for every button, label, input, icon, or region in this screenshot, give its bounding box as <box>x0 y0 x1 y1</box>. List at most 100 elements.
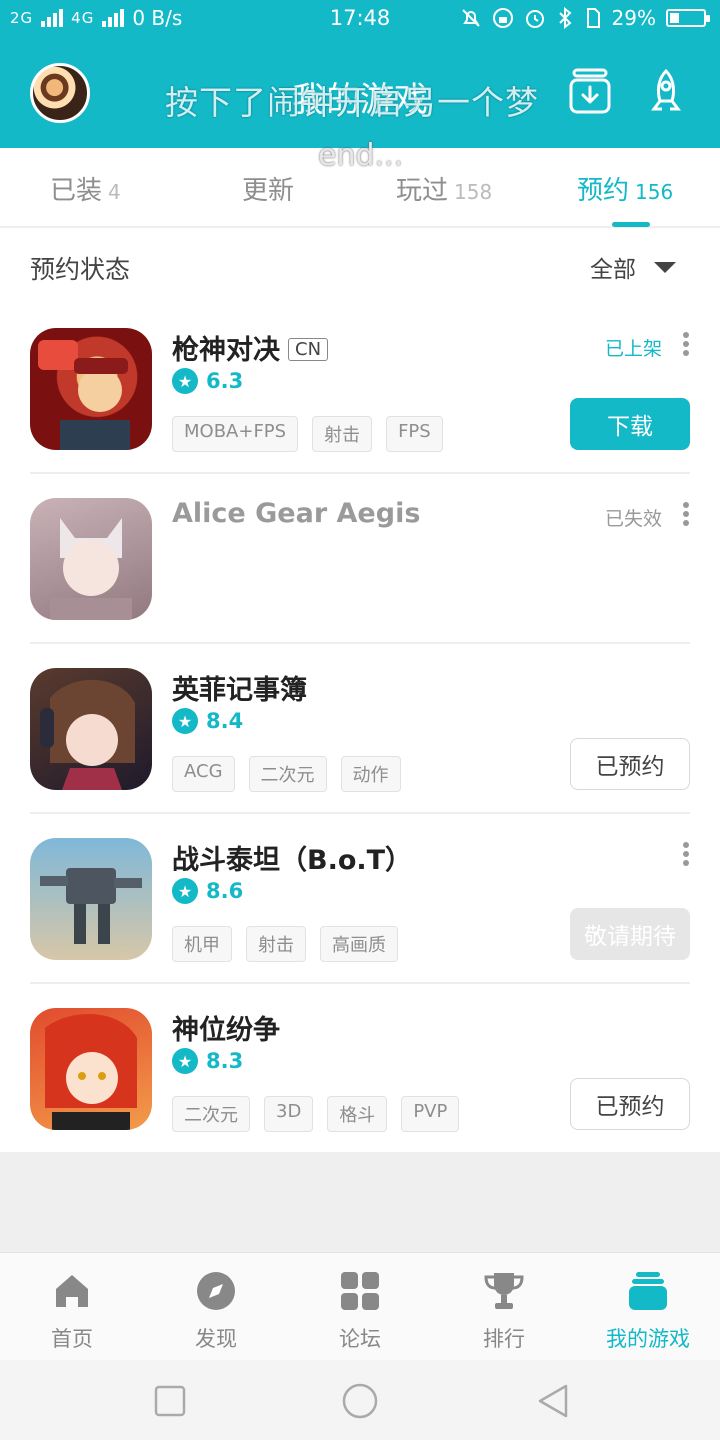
bluetooth-icon <box>558 7 572 29</box>
tag-list: MOBA+FPS 射击 FPS <box>172 416 443 452</box>
coming-soon-button: 敬请期待 <box>570 908 690 960</box>
tab-reserved-label: 预约 <box>577 176 630 206</box>
nav-forum[interactable]: 论坛 <box>288 1253 432 1361</box>
home-button-icon[interactable] <box>341 1382 379 1420</box>
tab-installed[interactable]: 已装 4 <box>50 170 121 207</box>
tab-played[interactable]: 玩过 158 <box>396 170 492 207</box>
game-icon[interactable] <box>30 838 152 960</box>
status-badge: 已上架 <box>604 338 662 360</box>
tab-reserved[interactable]: 预约 156 <box>577 170 673 207</box>
list-item[interactable]: 英菲记事簿 ★ 8.4 ACG 二次元 动作 已预约 <box>30 644 690 814</box>
filter-row: 预约状态 全部 <box>0 230 720 304</box>
game-name: 枪神对决 <box>172 335 280 366</box>
filter-dropdown[interactable]: 全部 <box>590 250 636 284</box>
rocket-icon[interactable] <box>644 68 688 116</box>
game-icon[interactable] <box>30 1008 152 1130</box>
alarm-icon <box>525 10 544 28</box>
download-button[interactable]: 下载 <box>570 398 690 450</box>
tag[interactable]: 射击 <box>312 416 373 452</box>
game-name: 英菲记事簿 <box>172 675 307 706</box>
nav-home[interactable]: 首页 <box>0 1253 144 1361</box>
lyric-overlay: 按下了闹钟开启另一个梦 <box>165 83 539 122</box>
bell-mute-icon <box>461 9 480 27</box>
star-icon: ★ <box>172 878 198 904</box>
rating-value: 8.3 <box>206 1049 244 1073</box>
battery-fill <box>670 13 679 23</box>
tag[interactable]: 格斗 <box>327 1096 388 1132</box>
more-options-icon[interactable] <box>682 842 690 868</box>
game-art-4 <box>40 868 142 944</box>
more-options-icon[interactable] <box>682 332 690 358</box>
no-sim-icon <box>586 8 600 28</box>
tab-installed-count: 4 <box>108 180 121 204</box>
tag[interactable]: FPS <box>386 416 443 452</box>
nav-ranking[interactable]: 排行 <box>432 1253 576 1361</box>
tag-list: 机甲 射击 高画质 <box>172 926 398 962</box>
tag[interactable]: 动作 <box>340 756 401 792</box>
app-header: 2G 4G 0 B/s 17:48 29% 我的游戏 按下了闹钟开启另一个梦 <box>0 0 720 148</box>
battery-icon <box>666 9 710 27</box>
nav-discover[interactable]: 发现 <box>144 1253 288 1361</box>
game-name: 战斗泰坦（B.o.T） <box>172 845 413 876</box>
tab-updates[interactable]: 更新 <box>242 170 294 207</box>
tag[interactable]: 二次元 <box>172 1096 250 1132</box>
grid-icon <box>341 1272 379 1310</box>
tag[interactable]: MOBA+FPS <box>172 416 299 452</box>
region-badge: CN <box>288 338 329 361</box>
game-icon[interactable] <box>30 498 152 620</box>
active-tab-indicator <box>612 222 650 227</box>
my-games-icon <box>629 1272 667 1310</box>
trophy-icon <box>484 1273 524 1309</box>
lyric-overlay-2: end... <box>318 138 404 173</box>
back-icon[interactable] <box>534 1382 572 1420</box>
rating-value: 6.3 <box>206 369 244 393</box>
recent-apps-icon[interactable] <box>151 1382 189 1420</box>
tag[interactable]: ACG <box>172 756 235 792</box>
rating-value: 8.6 <box>206 879 244 903</box>
nav-my-games-label: 我的游戏 <box>606 1327 690 1351</box>
game-icon[interactable] <box>30 328 152 450</box>
nav-ranking-label: 排行 <box>483 1327 525 1351</box>
rating: ★ 6.3 <box>172 368 243 394</box>
game-art-3 <box>40 679 135 790</box>
compass-icon <box>197 1272 235 1310</box>
tab-installed-label: 已装 <box>50 176 103 206</box>
rating: ★ 8.3 <box>172 1048 243 1074</box>
home-icon <box>56 1275 88 1307</box>
star-icon: ★ <box>172 1048 198 1074</box>
bottom-nav: 首页 发现 论坛 排行 我的游戏 <box>0 1252 720 1360</box>
nav-forum-label: 论坛 <box>339 1327 381 1351</box>
tag[interactable]: 射击 <box>246 926 306 962</box>
list-item[interactable]: 神位纷争 ★ 8.3 二次元 3D 格斗 PVP 已预约 <box>30 984 690 1154</box>
status-badge: 已失效 <box>604 508 662 530</box>
rating: ★ 8.6 <box>172 878 243 904</box>
list-item[interactable]: 枪神对决 CN ★ 6.3 MOBA+FPS 射击 FPS 已上架 下载 <box>30 304 690 474</box>
game-name: 神位纷争 <box>172 1015 280 1046</box>
star-icon: ★ <box>172 368 198 394</box>
tag[interactable]: 3D <box>264 1096 314 1132</box>
game-name: Alice Gear Aegis <box>172 498 421 529</box>
tag[interactable]: PVP <box>401 1096 460 1132</box>
game-icon[interactable] <box>30 668 152 790</box>
reserved-button[interactable]: 已预约 <box>570 738 690 790</box>
system-nav-bar <box>0 1360 720 1440</box>
reserved-button[interactable]: 已预约 <box>570 1078 690 1130</box>
tag[interactable]: 高画质 <box>320 926 398 962</box>
game-art-1 <box>38 340 130 450</box>
list-item[interactable]: 战斗泰坦（B.o.T） ★ 8.6 机甲 射击 高画质 敬请期待 <box>30 814 690 984</box>
list-item[interactable]: Alice Gear Aegis 已失效 <box>30 474 690 644</box>
tag-list: 二次元 3D 格斗 PVP <box>172 1096 460 1132</box>
nav-home-label: 首页 <box>51 1327 93 1351</box>
download-manager-icon[interactable] <box>568 68 612 116</box>
tab-reserved-count: 156 <box>635 180 674 204</box>
chevron-down-icon[interactable] <box>654 262 676 273</box>
game-art-2 <box>50 518 132 620</box>
more-options-icon[interactable] <box>682 502 690 528</box>
tag[interactable]: 二次元 <box>248 756 327 792</box>
nav-my-games[interactable]: 我的游戏 <box>576 1253 720 1361</box>
battery-percent: 29% <box>611 6 656 30</box>
lock-rotation-icon <box>492 8 513 28</box>
status-right: 29% <box>460 6 710 30</box>
status-bar: 2G 4G 0 B/s 17:48 29% <box>0 0 720 40</box>
tag[interactable]: 机甲 <box>172 926 232 962</box>
